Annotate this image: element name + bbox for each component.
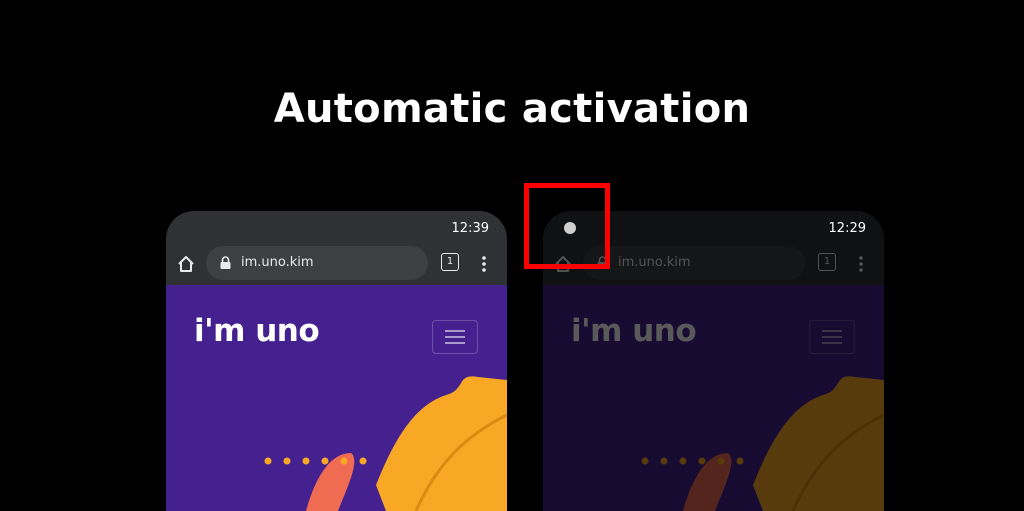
leaf-illustration xyxy=(264,376,507,511)
site-content: i'm uno xyxy=(166,285,507,511)
home-icon[interactable] xyxy=(176,254,196,274)
status-time: 12:29 xyxy=(828,221,866,236)
url-text: im.uno.kim xyxy=(618,255,691,270)
url-bar[interactable]: im.uno.kim xyxy=(206,246,428,280)
site-content: i'm uno xyxy=(543,285,884,511)
headline: Automatic activation xyxy=(273,86,751,132)
status-bar: 12:39 xyxy=(166,211,507,245)
phone-normal: 12:39 im.uno.kim 1 i'm uno xyxy=(166,211,507,511)
url-text: im.uno.kim xyxy=(241,255,314,270)
lock-icon xyxy=(220,256,231,269)
leaf-illustration xyxy=(641,376,884,511)
url-bar[interactable]: im.uno.kim xyxy=(583,246,805,280)
tabs-icon[interactable]: 1 xyxy=(441,253,459,271)
browser-toolbar: im.uno.kim 1 xyxy=(166,245,507,285)
night-mode-icon xyxy=(564,222,576,234)
status-time: 12:39 xyxy=(451,221,489,236)
overflow-menu-icon[interactable] xyxy=(855,254,867,274)
overflow-menu-icon[interactable] xyxy=(478,254,490,274)
tabs-icon[interactable]: 1 xyxy=(818,253,836,271)
